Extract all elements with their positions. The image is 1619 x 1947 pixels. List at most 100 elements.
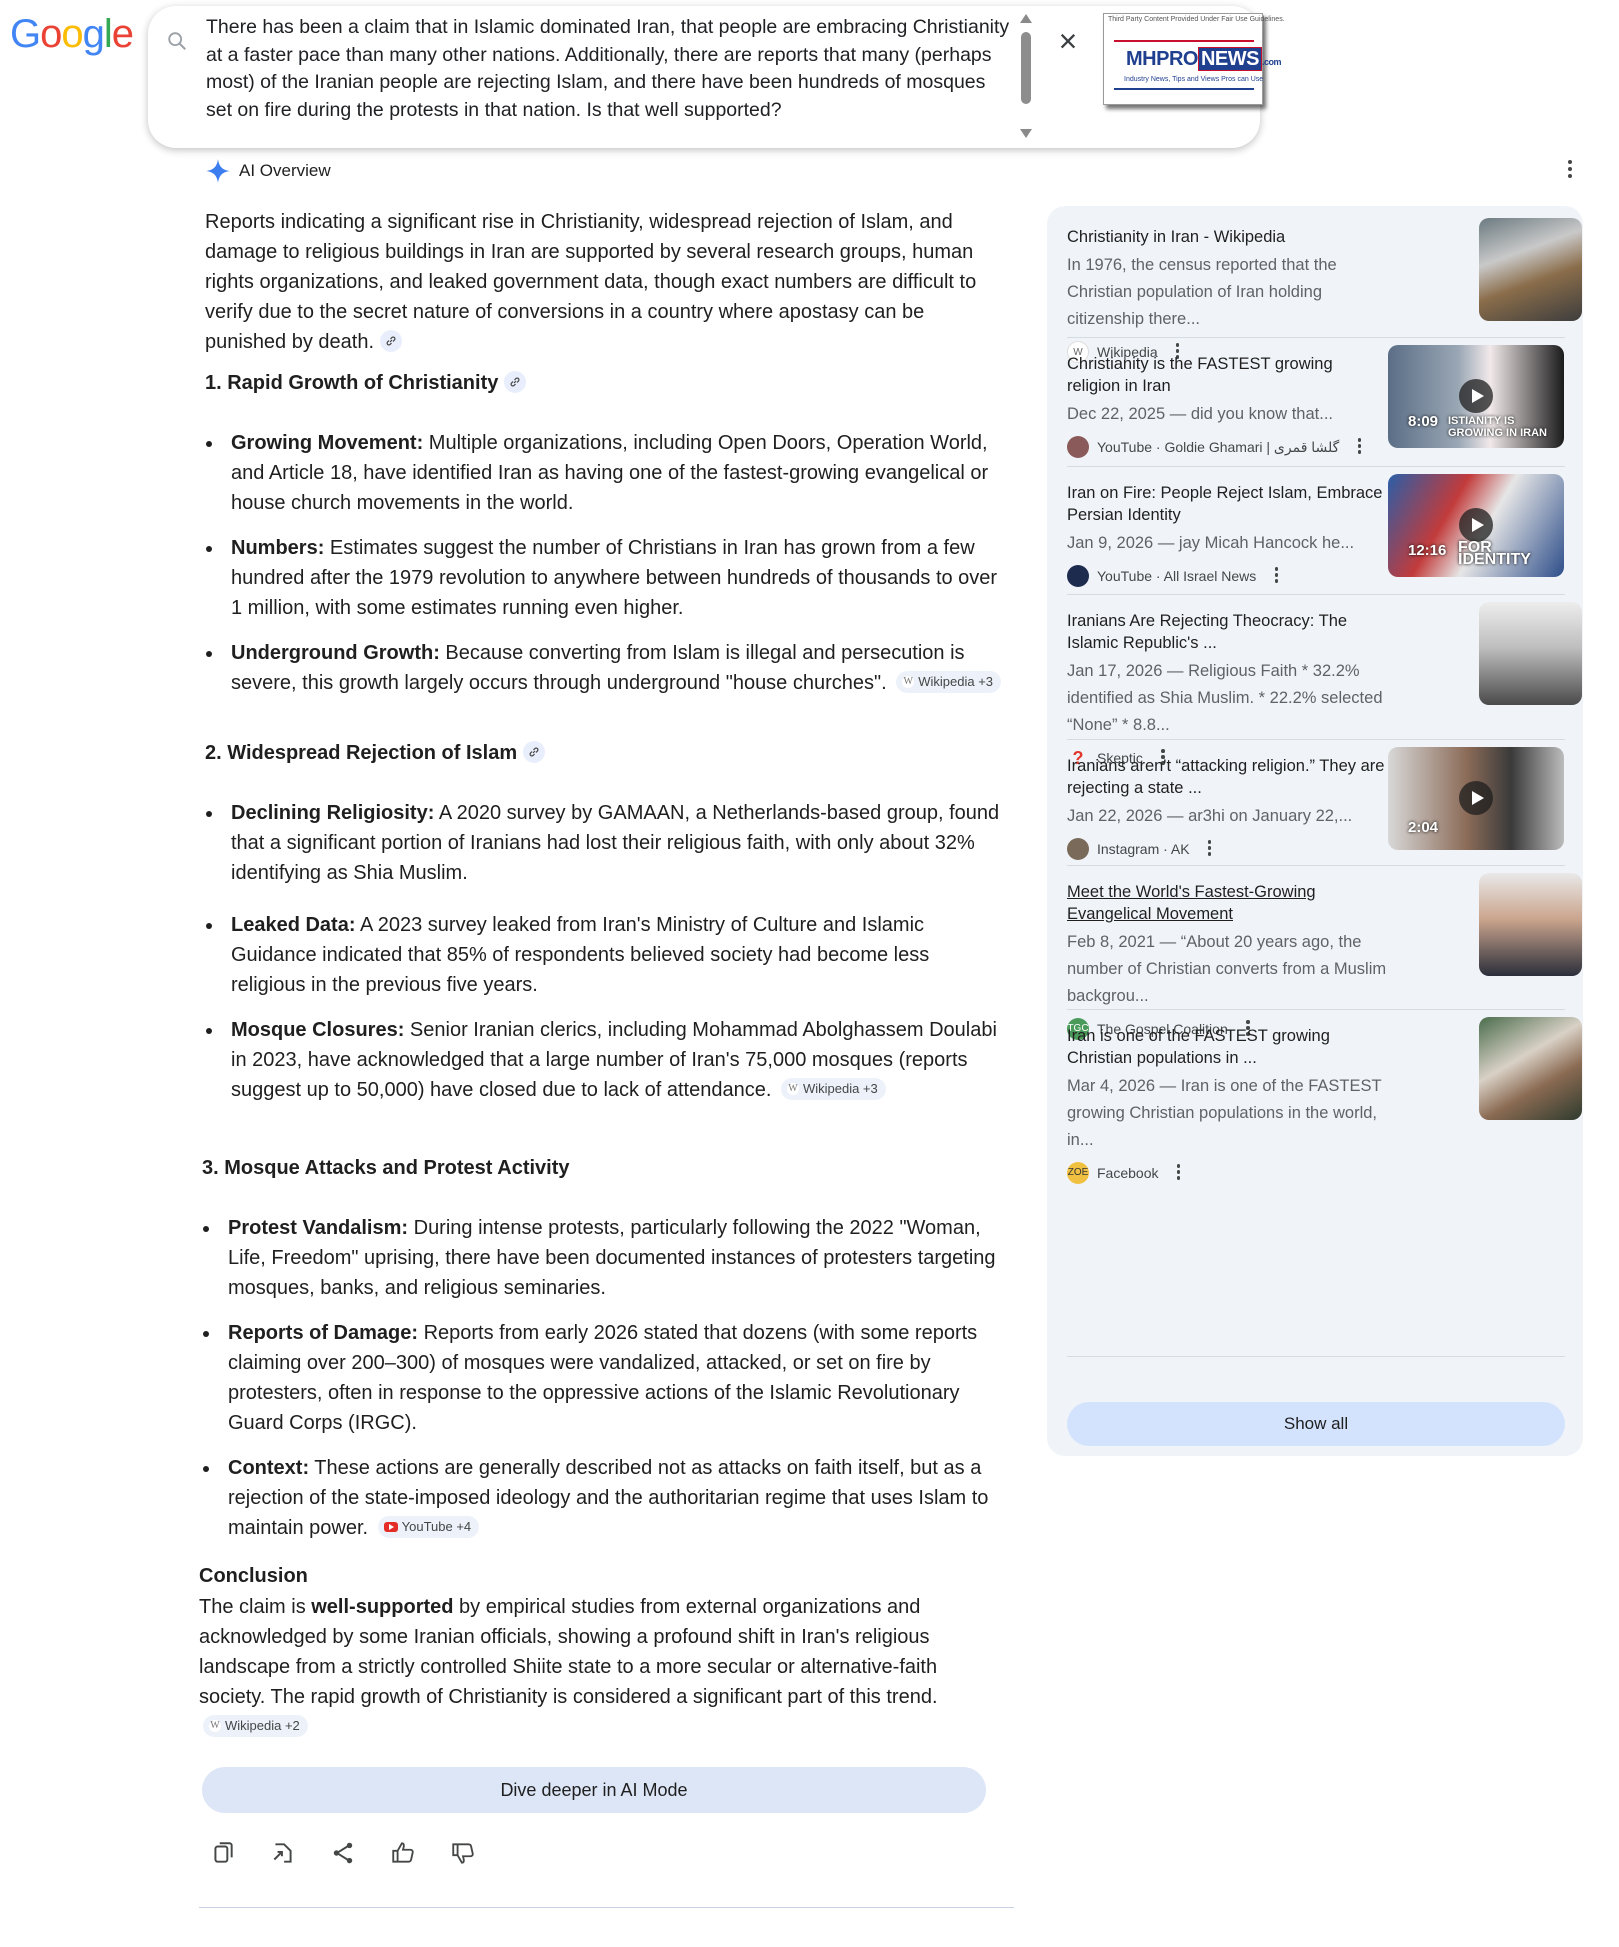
card-divider (1067, 337, 1565, 338)
google-logo[interactable]: Google (10, 12, 134, 57)
share-icon[interactable] (330, 1840, 356, 1866)
source-name: YouTube · All Israel News (1097, 568, 1257, 584)
list-item: Growing Movement: Multiple organizations… (206, 428, 1006, 518)
source-chip[interactable]: W Wikipedia +2 (203, 1714, 308, 1737)
video-thumbnail[interactable]: 12:16 FOR IDENTITY (1388, 474, 1564, 577)
instagram-avatar-icon (1067, 838, 1089, 860)
ai-overview-intro: Reports indicating a significant rise in… (205, 211, 977, 353)
source-title[interactable]: Christianity in Iran - Wikipedia (1067, 226, 1387, 248)
list-item: Reports of Damage: Reports from early 20… (203, 1318, 1003, 1438)
sources-panel: Christianity in Iran - Wikipedia In 1976,… (1047, 206, 1583, 1456)
logo-letter: o (61, 12, 83, 56)
link-icon[interactable] (380, 329, 403, 352)
source-title[interactable]: Christianity is the FASTEST growing reli… (1067, 353, 1387, 397)
watermark-divider (1114, 40, 1254, 42)
search-box[interactable]: There has been a claim that in Islamic d… (148, 6, 1260, 148)
more-options-icon[interactable] (1272, 567, 1280, 585)
copy-icon[interactable] (210, 1840, 236, 1866)
more-options-icon[interactable] (1565, 160, 1575, 184)
search-query-text[interactable]: There has been a claim that in Islamic d… (206, 14, 1016, 124)
card-divider (1067, 739, 1565, 740)
source-card[interactable]: Iran is one of the FASTEST growing Chris… (1067, 1017, 1582, 1357)
bullet-list: Growing Movement: Multiple organizations… (206, 428, 1006, 713)
section-heading: 3. Mosque Attacks and Protest Activity (202, 1157, 570, 1179)
source-chip[interactable]: YouTube +4 (377, 1515, 480, 1538)
thumbnail-overlay-text: ISTIANITY IS GROWING IN IRAN (1448, 415, 1547, 439)
watermark-divider (1114, 88, 1254, 90)
logo-letter: o (40, 12, 62, 56)
play-icon[interactable] (1459, 508, 1493, 542)
thumbs-up-icon[interactable] (390, 1840, 416, 1866)
source-card[interactable]: Christianity is the FASTEST growing reli… (1067, 345, 1565, 467)
source-snippet: Jan 17, 2026 — Religious Faith * 32.2% i… (1067, 662, 1383, 734)
facebook-avatar-icon: ZOE (1067, 1162, 1089, 1184)
card-divider (1067, 466, 1565, 467)
source-title[interactable]: Iran on Fire: People Reject Islam, Embra… (1067, 482, 1387, 526)
source-snippet: Dec 22, 2025 — did you know that... (1067, 405, 1333, 423)
source-title[interactable]: Iran is one of the FASTEST growing Chris… (1067, 1025, 1387, 1069)
source-name: YouTube · Goldie Ghamari | گلشا قمری (1097, 438, 1340, 455)
scroll-up-arrow-icon[interactable] (1020, 14, 1032, 23)
export-icon[interactable] (270, 1840, 296, 1866)
video-duration: 2:04 (1408, 819, 1439, 836)
feedback-actions (210, 1840, 476, 1866)
close-icon[interactable]: × (1050, 24, 1086, 60)
source-name: Instagram · AK (1097, 841, 1190, 857)
video-duration: 8:09 (1408, 413, 1439, 430)
source-title[interactable]: Iranians aren't “attacking religion.” Th… (1067, 755, 1387, 799)
source-snippet: In 1976, the census reported that the Ch… (1067, 256, 1337, 328)
query-scrollbar[interactable] (1018, 12, 1034, 142)
play-icon[interactable] (1459, 781, 1493, 815)
bottom-divider (199, 1907, 1014, 1908)
link-icon[interactable] (523, 740, 546, 763)
scroll-thumb[interactable] (1021, 32, 1031, 104)
source-card[interactable]: Iranians aren't “attacking religion.” Th… (1067, 747, 1565, 866)
video-duration: 12:16 (1408, 542, 1447, 559)
list-item: Mosque Closures: Senior Iranian clerics,… (206, 1015, 1006, 1105)
list-item: Context: These actions are generally des… (203, 1453, 1003, 1543)
video-thumbnail[interactable]: 8:09 ISTIANITY IS GROWING IN IRAN (1388, 345, 1564, 448)
source-title[interactable]: Iranians Are Rejecting Theocracy: The Is… (1067, 610, 1387, 654)
more-options-icon[interactable] (1355, 438, 1363, 456)
source-snippet: Mar 4, 2026 — Iran is one of the FASTEST… (1067, 1077, 1382, 1149)
source-name: Facebook (1097, 1165, 1159, 1181)
ai-overview-label: AI Overview (239, 161, 331, 180)
source-snippet: Jan 9, 2026 — jay Micah Hancock he... (1067, 534, 1355, 552)
video-thumbnail[interactable]: 2:04 (1388, 747, 1564, 850)
source-thumbnail[interactable] (1479, 602, 1582, 705)
scroll-down-arrow-icon[interactable] (1020, 129, 1032, 138)
link-icon[interactable] (504, 370, 527, 393)
conclusion-heading: Conclusion (199, 1565, 308, 1587)
thumbs-down-icon[interactable] (450, 1840, 476, 1866)
source-thumbnail[interactable] (1479, 873, 1582, 976)
list-item: Declining Religiosity: A 2020 survey by … (206, 798, 1006, 888)
list-item: Protest Vandalism: During intense protes… (203, 1213, 1003, 1303)
wikipedia-icon: W (786, 1082, 799, 1095)
source-card[interactable]: Christianity in Iran - Wikipedia In 1976,… (1067, 218, 1582, 363)
show-all-button[interactable]: Show all (1067, 1402, 1565, 1446)
youtube-icon (383, 1521, 398, 1532)
dive-deeper-button[interactable]: Dive deeper in AI Mode (202, 1767, 986, 1813)
source-card[interactable]: Iran on Fire: People Reject Islam, Embra… (1067, 474, 1565, 595)
list-item: Leaked Data: A 2023 survey leaked from I… (206, 910, 1006, 1000)
logo-letter: l (103, 12, 113, 56)
more-options-icon[interactable] (1174, 1164, 1182, 1182)
bullet-list: Declining Religiosity: A 2020 survey by … (206, 798, 1006, 1120)
source-snippet: Jan 22, 2026 — ar3hi on January 22,... (1067, 807, 1353, 825)
list-item: Numbers: Estimates suggest the number of… (206, 533, 1006, 623)
play-icon[interactable] (1459, 379, 1493, 413)
watermark-brand: MHPRO NEWS .com (1126, 47, 1281, 71)
more-options-icon[interactable] (1206, 840, 1214, 858)
watermark-note: Third Party Content Provided Under Fair … (1108, 16, 1285, 23)
card-divider (1067, 594, 1565, 595)
source-thumbnail[interactable] (1479, 218, 1582, 321)
source-title[interactable]: Meet the World's Fastest-Growing Evangel… (1067, 881, 1387, 925)
source-chip[interactable]: W Wikipedia +3 (780, 1077, 886, 1100)
card-divider (1067, 865, 1565, 866)
wikipedia-icon: W (902, 675, 915, 688)
source-thumbnail[interactable] (1479, 1017, 1582, 1120)
source-chip[interactable]: W Wikipedia +3 (896, 670, 1002, 693)
conclusion-text: The claim is well-supported by empirical… (199, 1592, 999, 1742)
card-divider (1067, 1356, 1565, 1357)
source-card[interactable]: Iranians Are Rejecting Theocracy: The Is… (1067, 602, 1582, 769)
